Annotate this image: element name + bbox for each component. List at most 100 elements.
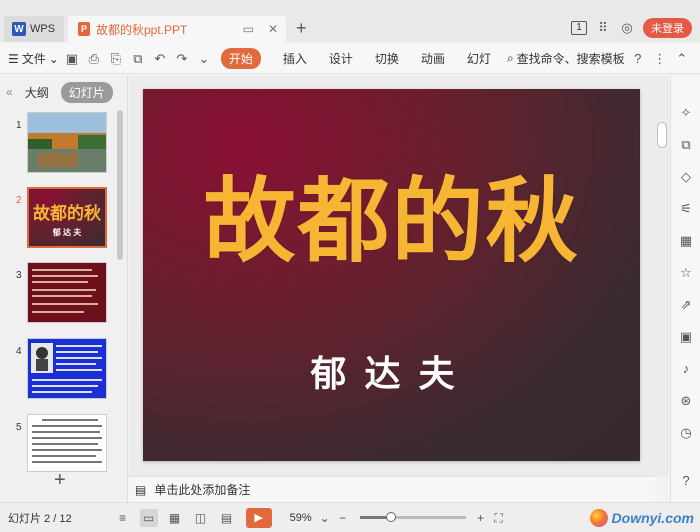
presenter-view-icon[interactable]: ▤ [218, 509, 236, 527]
collapse-panel-icon[interactable]: « [6, 85, 13, 99]
share-icon[interactable]: ⇗ [677, 296, 695, 314]
thumbnail-1[interactable]: 1 [0, 112, 120, 178]
menu-icon: ☰ [8, 51, 19, 66]
customize-chevron-icon[interactable]: ⌄ [195, 50, 213, 68]
zoom-slider[interactable] [359, 512, 466, 522]
thumbnail-4[interactable]: 4 [0, 338, 120, 404]
tab-start[interactable]: 开始 [220, 48, 261, 69]
thumbnail-3[interactable]: 3 [0, 262, 120, 328]
file-menu[interactable]: ☰ 文件 ⌄ [8, 50, 59, 67]
notes-placeholder: 单击此处添加备注 [154, 483, 251, 497]
tab-slides[interactable]: 幻灯片 [60, 81, 113, 103]
thumbnail-scrollbar[interactable] [117, 110, 123, 260]
tab-document-label: 故都的秋ppt.PPT [96, 22, 188, 37]
thumbnail-subtitle: 郁 达 夫 [52, 228, 82, 237]
tab-slideshow[interactable]: 幻灯 [467, 50, 491, 67]
zoom-chevron-icon[interactable]: ⌄ [316, 509, 334, 527]
slide-subtitle[interactable]: 郁达夫 [143, 345, 640, 397]
view-switcher: ≡ ▭ ▦ ◫ ▤ [114, 508, 236, 527]
new-tab-button[interactable]: + [296, 18, 307, 39]
normal-view-icon[interactable]: ▭ [139, 508, 158, 527]
save-icon[interactable]: ▣ [63, 50, 81, 68]
settings-sliders-icon[interactable]: ⚟ [677, 200, 695, 218]
thumbnail-image [27, 112, 107, 173]
thumbnail-image [27, 262, 107, 323]
thumbnail-image [27, 338, 107, 399]
slide-counter: 幻灯片 2 / 12 [8, 512, 72, 525]
add-slide-button[interactable]: + [54, 469, 66, 492]
site-watermark: Downyi.com [589, 509, 694, 527]
command-search-label: 查找命令、搜索模板 [516, 52, 625, 66]
chevron-down-icon: ⌄ [48, 51, 59, 66]
close-tab-icon[interactable]: ✕ [268, 22, 278, 36]
export-pdf-icon[interactable]: ⎙ [85, 50, 103, 68]
slide-canvas: 故都的秋 郁达夫 [129, 76, 655, 476]
file-menu-label: 文件 [21, 52, 46, 66]
tab-wps-label: WPS [30, 23, 56, 35]
preview-icon[interactable]: ⧉ [129, 50, 147, 68]
current-slide[interactable]: 故都的秋 郁达夫 [143, 89, 640, 461]
tab-insert[interactable]: 插入 [283, 50, 307, 67]
skin-icon[interactable]: ◎ [619, 20, 635, 36]
notes-toggle-icon[interactable]: ≡ [114, 509, 132, 527]
help-circle-icon[interactable]: ? [677, 472, 695, 490]
tab-animation[interactable]: 动画 [421, 50, 445, 67]
ppt-file-icon: P [78, 22, 90, 36]
audio-icon[interactable]: ♪ [677, 360, 695, 378]
help-icon[interactable]: ? [629, 50, 647, 68]
tab-document[interactable]: P 故都的秋ppt.PPT ▭ ✕ [68, 16, 286, 42]
thumbnail-number: 4 [16, 346, 22, 357]
layers-icon[interactable]: ⧉ [677, 136, 695, 154]
fit-window-icon[interactable]: ⛶ [490, 509, 508, 527]
watermark-text: Downyi.com [611, 510, 694, 526]
title-bar-right: 1 ⠿ ◎ 未登录 [571, 18, 692, 38]
collapse-ribbon-icon[interactable]: ⌃ [673, 50, 691, 68]
notes-bar[interactable]: ▤ 单击此处添加备注 [129, 476, 655, 502]
slide-sorter-icon[interactable]: ▦ [166, 509, 184, 527]
watermark-logo-icon [589, 509, 608, 527]
picture-icon[interactable]: ▦ [677, 232, 695, 250]
notes-icon: ▤ [135, 482, 147, 497]
ribbon-toolbar: ☰ 文件 ⌄ ▣ ⎙ ⎘ ⧉ ↶ ↷ ⌄ 开始 插入 设计 切换 动画 幻灯 ⌕… [0, 44, 700, 74]
magic-icon[interactable]: ✧ [677, 104, 695, 122]
search-icon: ⌕ [506, 51, 514, 65]
thumbnail-image [27, 414, 107, 472]
tab-design[interactable]: 设计 [329, 50, 353, 67]
restore-tab-icon[interactable]: ▭ [243, 22, 254, 36]
right-toolbar: ✧ ⧉ ◇ ⚟ ▦ ☆ ⇗ ▣ ♪ ⊛ ◷ ? [670, 76, 700, 502]
history-icon[interactable]: ◷ [677, 424, 695, 442]
thumbnail-2[interactable]: 2 故都的秋 郁 达 夫 [0, 187, 120, 253]
status-bar: 幻灯片 2 / 12 ≡ ▭ ▦ ◫ ▤ ▶ 59% ⌄ − + ⛶ Downy… [0, 502, 700, 532]
slide-thumbnails-panel: « 大纲 幻灯片 1 2 故都的秋 郁 达 夫 3 4 5 + [0, 76, 128, 502]
more-icon[interactable]: ⋮ [651, 50, 669, 68]
wps-logo-icon: W [12, 22, 26, 36]
slide-scrollbar[interactable] [655, 76, 669, 476]
slide-scrollbar-thumb[interactable] [657, 122, 667, 148]
window-count-badge[interactable]: 1 [571, 21, 587, 35]
command-search[interactable]: ⌕ 查找命令、搜索模板 [507, 50, 625, 67]
shapes-icon[interactable]: ◇ [677, 168, 695, 186]
grid-apps-icon[interactable]: ⠿ [595, 20, 611, 36]
reading-view-icon[interactable]: ◫ [192, 509, 210, 527]
tab-transition[interactable]: 切换 [375, 50, 399, 67]
panel-tabs: « 大纲 幻灯片 [0, 76, 127, 108]
redo-icon[interactable]: ↷ [173, 50, 191, 68]
zoom-out-icon[interactable]: − [334, 509, 352, 527]
thumbnail-number: 5 [16, 422, 22, 433]
compass-icon[interactable]: ⊛ [677, 392, 695, 410]
slide-title[interactable]: 故都的秋 [143, 147, 640, 280]
login-button[interactable]: 未登录 [643, 18, 692, 38]
tab-outline[interactable]: 大纲 [25, 84, 49, 101]
image-icon[interactable]: ▣ [677, 328, 695, 346]
star-icon[interactable]: ☆ [677, 264, 695, 282]
thumbnail-number: 1 [16, 120, 22, 131]
undo-icon[interactable]: ↶ [151, 50, 169, 68]
play-slideshow-button[interactable]: ▶ [245, 507, 272, 528]
thumbnail-number: 2 [16, 195, 22, 206]
zoom-in-icon[interactable]: + [472, 509, 490, 527]
tab-wps-home[interactable]: W WPS [4, 16, 64, 42]
print-icon[interactable]: ⎘ [107, 50, 125, 68]
zoom-slider-knob[interactable] [386, 512, 397, 522]
thumbnail-number: 3 [16, 270, 22, 281]
zoom-level[interactable]: 59% [290, 512, 312, 524]
